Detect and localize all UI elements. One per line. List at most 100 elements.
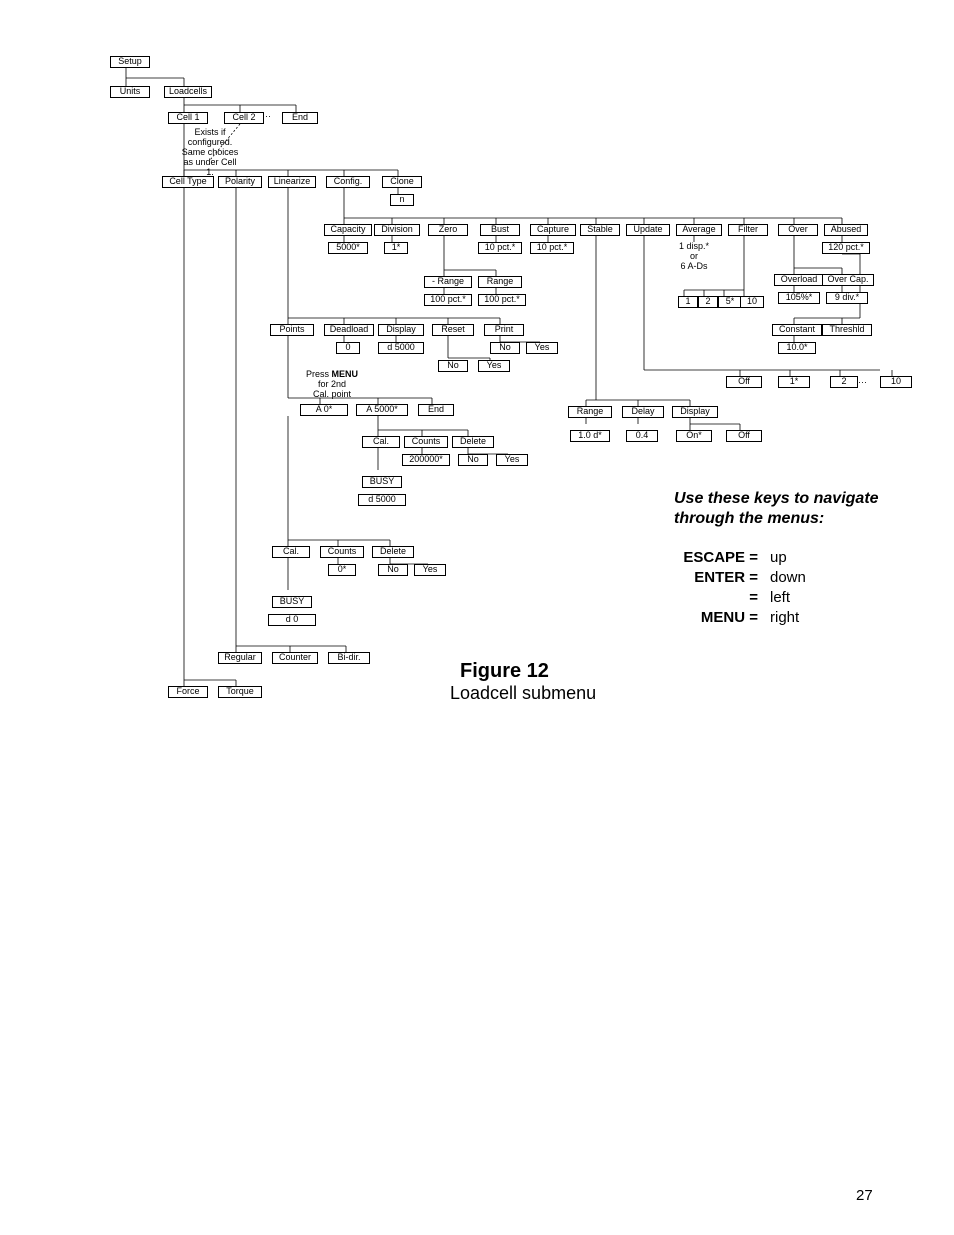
- val-f10: 10: [740, 296, 764, 308]
- val-print-no: No: [490, 342, 520, 354]
- node-n: n: [390, 194, 414, 206]
- figure-number: Figure 12: [460, 660, 549, 682]
- val-del1-no: No: [458, 454, 488, 466]
- node-counts-2: Counts: [320, 546, 364, 558]
- ellipsis-2: ···: [858, 378, 867, 388]
- val-reset-yes: Yes: [478, 360, 510, 372]
- val-points: 0: [336, 342, 360, 354]
- node-clone: Clone: [382, 176, 422, 188]
- node-points: Points: [270, 324, 314, 336]
- node-setup: Setup: [110, 56, 150, 68]
- val-counts-2: 0*: [328, 564, 356, 576]
- node-torque: Torque: [218, 686, 262, 698]
- node-loadcells: Loadcells: [164, 86, 212, 98]
- note-exists: Exists if configured. Same choices as un…: [180, 128, 240, 177]
- nav-escape-label: ESCAPE =: [674, 550, 758, 567]
- val-upd-10: 10: [880, 376, 912, 388]
- val-st-range: 1.0 d*: [570, 430, 610, 442]
- val-pos-range: 100 pct.*: [478, 294, 526, 306]
- node-end-2: End: [418, 404, 454, 416]
- node-division: Division: [374, 224, 420, 236]
- val-upd-off: Off: [726, 376, 762, 388]
- node-capture: Capture: [530, 224, 576, 236]
- node-capacity: Capacity: [324, 224, 372, 236]
- val-abused: 120 pct.*: [822, 242, 870, 254]
- node-constant: Constant: [772, 324, 822, 336]
- figure-caption: Loadcell submenu: [450, 684, 596, 704]
- note-avg: 1 disp.*or6 A-Ds: [678, 242, 710, 272]
- node-stable: Stable: [580, 224, 620, 236]
- node-counts-1: Counts: [404, 436, 448, 448]
- node-bust: Bust: [480, 224, 520, 236]
- node-linearize: Linearize: [268, 176, 316, 188]
- node-celltype: Cell Type: [162, 176, 214, 188]
- nav-heading-2: through the menus:: [674, 510, 824, 528]
- node-cell1: Cell 1: [168, 112, 208, 124]
- node-st-range: Range: [568, 406, 612, 418]
- val-deadload: d 5000: [378, 342, 424, 354]
- node-filter: Filter: [728, 224, 768, 236]
- node-force: Force: [168, 686, 208, 698]
- val-reset-no: No: [438, 360, 468, 372]
- val-overcap: 9 div.*: [826, 292, 868, 304]
- node-abused: Abused: [824, 224, 868, 236]
- node-zero: Zero: [428, 224, 468, 236]
- node-display: Display: [378, 324, 424, 336]
- page: Setup Units Loadcells Cell 1 Cell 2 ··· …: [0, 0, 954, 1235]
- node-cal-1: Cal.: [362, 436, 400, 448]
- nav-left-label: =: [674, 590, 758, 607]
- val-busy-2: d 0: [268, 614, 316, 626]
- node-average: Average: [676, 224, 722, 236]
- node-cell2: Cell 2: [224, 112, 264, 124]
- val-st-off: Off: [726, 430, 762, 442]
- val-st-delay: 0.4: [626, 430, 658, 442]
- val-capacity: 5000*: [328, 242, 368, 254]
- node-st-delay: Delay: [622, 406, 664, 418]
- nav-left-val: left: [770, 590, 790, 607]
- node-pos-range: Range: [478, 276, 522, 288]
- node-units: Units: [110, 86, 150, 98]
- node-delete-1: Delete: [452, 436, 494, 448]
- node-a0: A 0*: [300, 404, 348, 416]
- val-f2: 2: [698, 296, 718, 308]
- nav-menu-label: MENU =: [674, 610, 758, 627]
- val-neg-range: 100 pct.*: [424, 294, 472, 306]
- node-update: Update: [626, 224, 670, 236]
- val-upd-1: 1*: [778, 376, 810, 388]
- val-f5: 5*: [718, 296, 742, 308]
- val-capture: 10 pct.*: [530, 242, 574, 254]
- nav-escape-val: up: [770, 550, 787, 567]
- val-busy-1: d 5000: [358, 494, 406, 506]
- node-counter: Counter: [272, 652, 318, 664]
- page-number: 27: [856, 1188, 873, 1205]
- val-threshld: 10.0*: [778, 342, 816, 354]
- val-f1: 1: [678, 296, 698, 308]
- node-delete-2: Delete: [372, 546, 414, 558]
- node-bidir: Bi-dir.: [328, 652, 370, 664]
- val-del2-yes: Yes: [414, 564, 446, 576]
- node-cal-2: Cal.: [272, 546, 310, 558]
- node-regular: Regular: [218, 652, 262, 664]
- val-counts-1: 200000*: [402, 454, 450, 466]
- node-a5000: A 5000*: [356, 404, 408, 416]
- val-print-yes: Yes: [526, 342, 558, 354]
- val-del1-yes: Yes: [496, 454, 528, 466]
- ellipsis-1: ···: [262, 112, 271, 122]
- val-del2-no: No: [378, 564, 408, 576]
- node-st-display: Display: [672, 406, 718, 418]
- val-division: 1*: [384, 242, 408, 254]
- node-deadload: Deadload: [324, 324, 374, 336]
- nav-heading-1: Use these keys to navigate: [674, 490, 879, 508]
- node-config: Config.: [326, 176, 370, 188]
- node-polarity: Polarity: [218, 176, 262, 188]
- node-neg-range: - Range: [424, 276, 472, 288]
- val-bust: 10 pct.*: [478, 242, 522, 254]
- nav-enter-label: ENTER =: [674, 570, 758, 587]
- node-overcap: Over Cap.: [822, 274, 874, 286]
- node-busy-2: BUSY: [272, 596, 312, 608]
- node-print: Print: [484, 324, 524, 336]
- node-reset: Reset: [432, 324, 474, 336]
- node-overload: Overload: [774, 274, 824, 286]
- node-over: Over: [778, 224, 818, 236]
- note-menu-2nd: Press Press MENUMENU for 2nd Cal. point: [302, 370, 362, 400]
